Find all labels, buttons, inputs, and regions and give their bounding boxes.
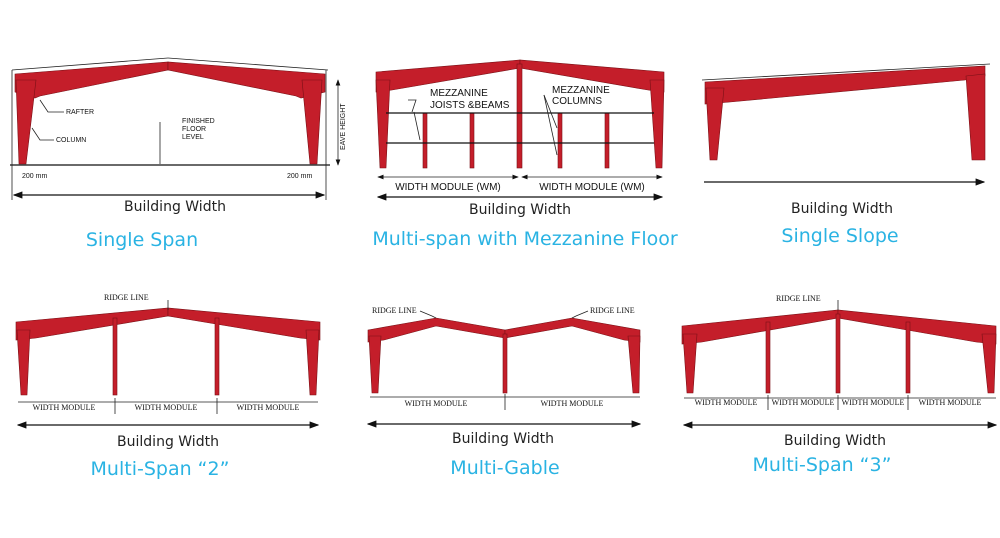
ridge-line-label: RIDGE LINE	[372, 306, 417, 315]
panel-single-span: RAFTER COLUMN FINISHED FLOOR LEVEL EAVE …	[10, 57, 347, 251]
diagram-canvas: RAFTER COLUMN FINISHED FLOOR LEVEL EAVE …	[10, 57, 998, 480]
right-column	[301, 79, 323, 165]
eave-height-label: EAVE HEIGHT	[340, 103, 347, 150]
ffl-label-1: FINISHED	[182, 118, 215, 125]
rafter-label: RAFTER	[66, 109, 94, 116]
mezz-columns-label-1: MEZZANINE	[552, 85, 610, 96]
building-width-label: Building Width	[469, 202, 571, 218]
mezz-columns-label-2: COLUMNS	[552, 96, 602, 107]
panel-title: Multi-span with Mezzanine Floor	[372, 228, 678, 250]
panel-multi-span-2: RIDGE LINE WIDTH MODULE WIDTH MODULE WID…	[15, 293, 321, 480]
ridge-line-label: RIDGE LINE	[590, 306, 635, 315]
column-label: COLUMN	[56, 137, 86, 144]
width-module-label: WIDTH MODULE	[237, 403, 300, 412]
panel-multi-span-3: RIDGE LINE WIDTH MODULE WIDTH MODULE WID…	[681, 294, 998, 476]
building-width-label: Building Width	[784, 433, 886, 449]
ridge-line-label: RIDGE LINE	[104, 293, 149, 302]
width-module-label: WIDTH MODULE	[842, 398, 905, 407]
building-width-label: Building Width	[452, 431, 554, 447]
width-module-label: WIDTH MODULE	[405, 399, 468, 408]
panel-title: Single Slope	[781, 225, 898, 247]
width-module-label: WIDTH MODULE	[33, 403, 96, 412]
building-width-label: Building Width	[791, 201, 893, 217]
width-module-label: WIDTH MODULE	[772, 398, 835, 407]
panel-title: Multi-Span “3”	[753, 454, 892, 476]
panel-title: Multi-Span “2”	[91, 458, 230, 480]
panel-single-slope: Building Width Single Slope	[701, 63, 991, 247]
width-module-label: WIDTH MODULE	[695, 398, 758, 407]
width-module-label: WIDTH MODULE	[541, 399, 604, 408]
ffl-label-3: LEVEL	[182, 134, 204, 141]
panel-multi-span-mezzanine: MEZZANINE JOISTS &BEAMS MEZZANINE COLUMN…	[372, 59, 678, 250]
building-width-label: Building Width	[117, 434, 219, 450]
ffl-label-2: FLOOR	[182, 126, 206, 133]
building-types-diagram: RAFTER COLUMN FINISHED FLOOR LEVEL EAVE …	[0, 0, 1000, 538]
dim-left-label: 200 mm	[22, 173, 47, 180]
width-module-label: WIDTH MODULE (WM)	[395, 182, 501, 193]
width-module-label: WIDTH MODULE	[135, 403, 198, 412]
width-module-label: WIDTH MODULE	[919, 398, 982, 407]
frame	[11, 57, 329, 165]
dim-right-label: 200 mm	[287, 173, 312, 180]
mezz-joists-label-2: JOISTS &BEAMS	[430, 100, 510, 111]
left-column	[15, 79, 37, 165]
building-width-label: Building Width	[124, 199, 226, 215]
panel-multi-gable: RIDGE LINE RIDGE LINE WIDTH MODULE WIDTH…	[366, 306, 642, 479]
panel-title: Multi-Gable	[450, 457, 559, 479]
panel-title: Single Span	[86, 229, 198, 251]
width-module-label: WIDTH MODULE (WM)	[539, 182, 645, 193]
mezz-joists-label-1: MEZZANINE	[430, 88, 488, 99]
ridge-line-label: RIDGE LINE	[776, 294, 821, 303]
